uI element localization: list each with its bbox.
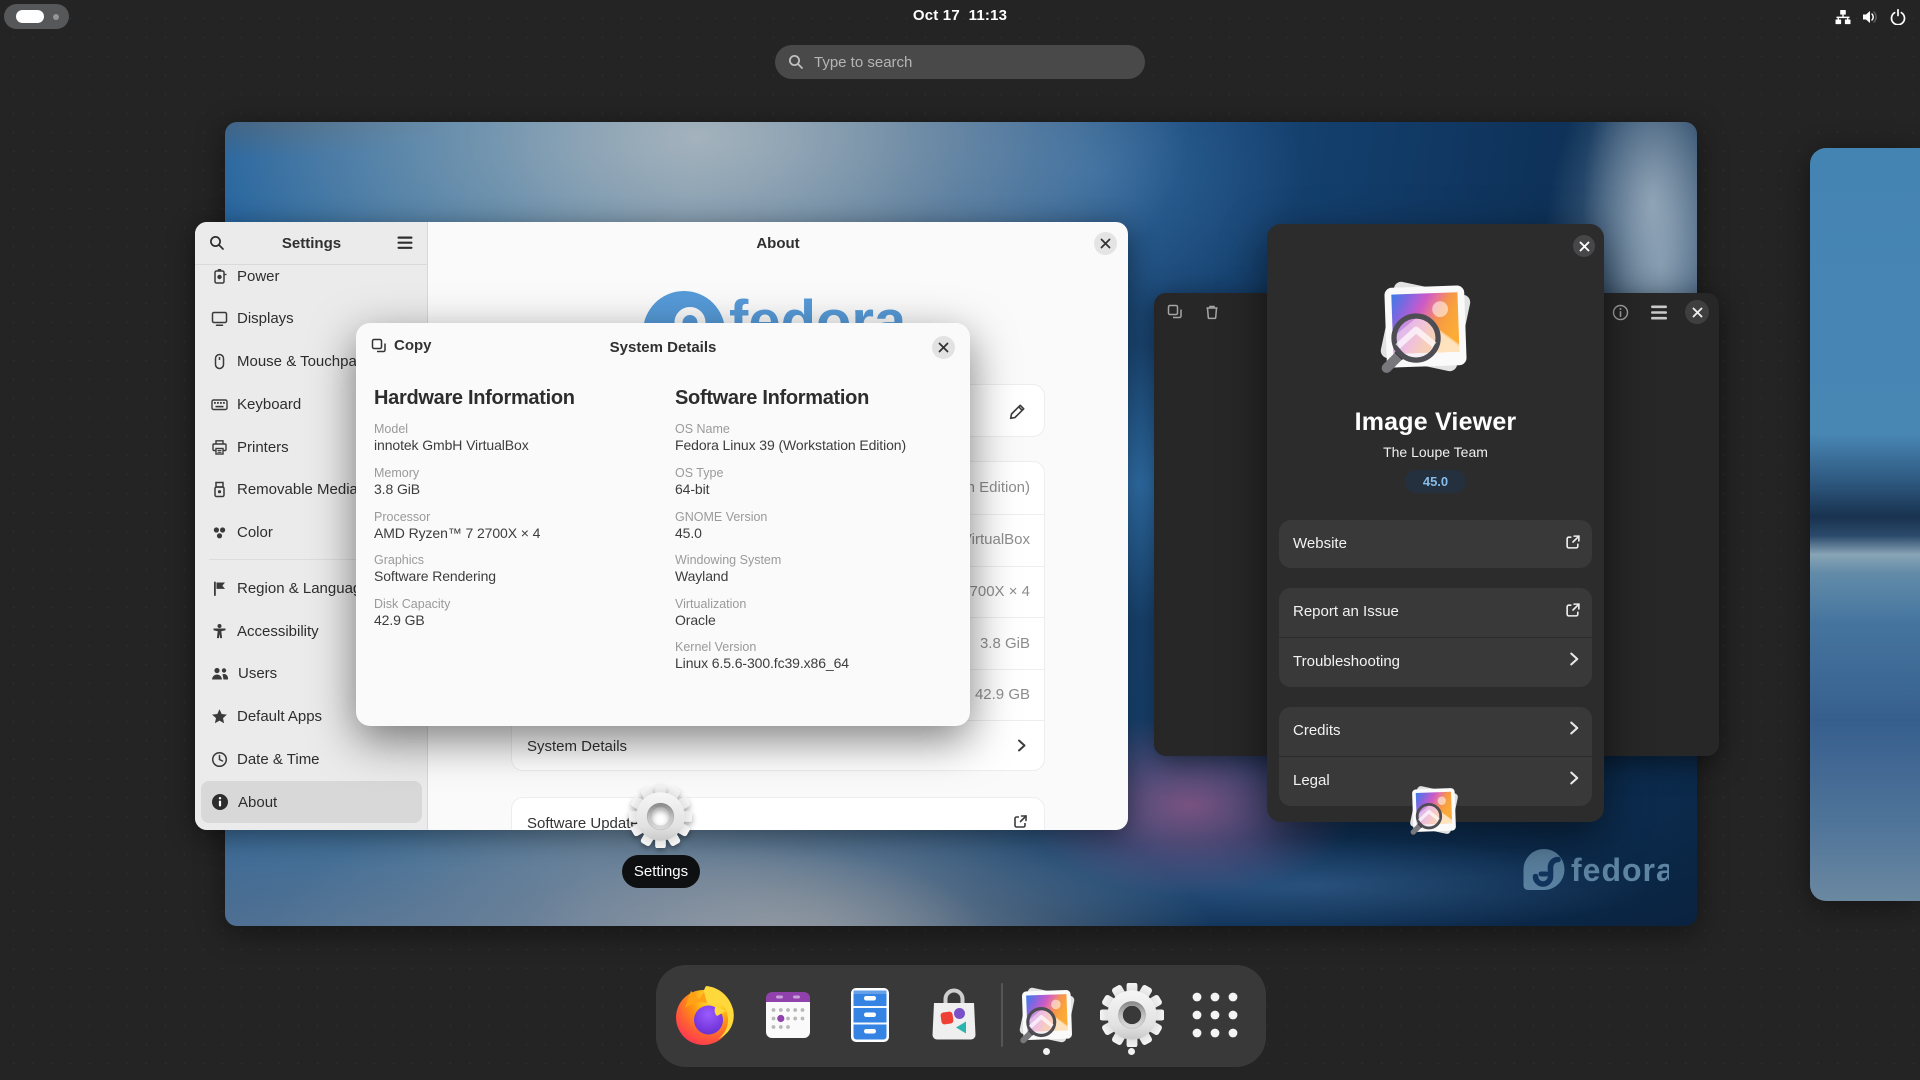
svg-text:fedora: fedora (1571, 852, 1669, 888)
